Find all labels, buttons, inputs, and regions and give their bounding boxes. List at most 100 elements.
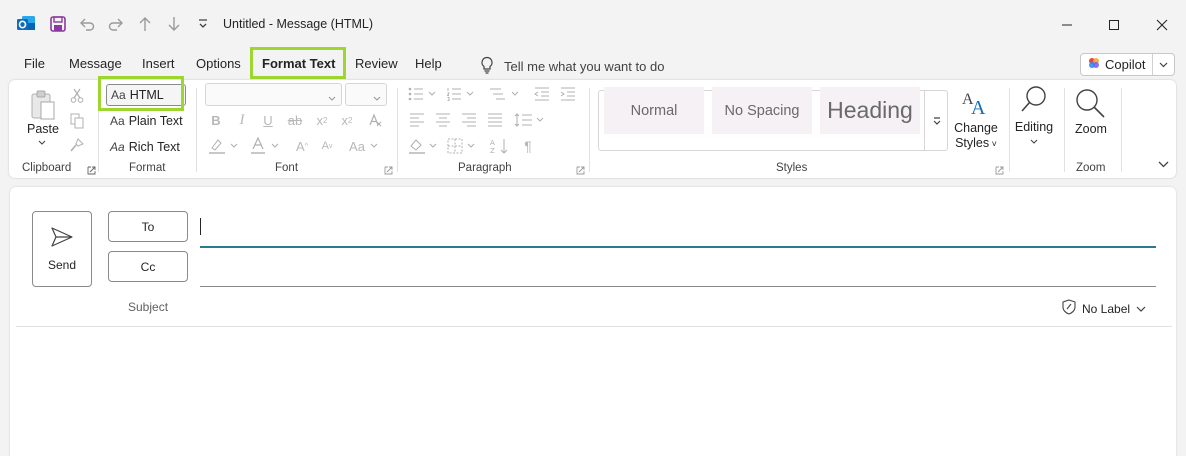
sort-icon[interactable]: AZ (489, 137, 511, 155)
group-separator (397, 88, 398, 172)
rich-text-format-button[interactable]: Aa Rich Text (106, 136, 186, 158)
show-formatting-marks-icon[interactable]: ¶ (521, 137, 535, 155)
justify-icon[interactable] (486, 112, 504, 128)
paste-icon[interactable] (27, 88, 59, 122)
maximize-icon[interactable] (1103, 14, 1125, 36)
sensitivity-label: No Label (1082, 301, 1131, 316)
highlight-format-text-tab (250, 47, 346, 79)
save-icon[interactable] (47, 13, 69, 35)
close-icon[interactable] (1151, 14, 1173, 36)
clear-formatting-icon[interactable] (366, 111, 384, 129)
zoom-button[interactable]: Zoom (1067, 122, 1115, 137)
tab-review[interactable]: Review (355, 56, 398, 71)
editing-button[interactable]: Editing (1011, 120, 1057, 135)
italic-icon[interactable]: I (235, 111, 249, 129)
tell-me-search[interactable]: Tell me what you want to do (480, 56, 664, 77)
decrease-indent-icon[interactable] (533, 86, 551, 102)
change-styles-line1: Change (954, 121, 998, 135)
chevron-down-icon[interactable] (1153, 62, 1174, 68)
chevron-down-icon (373, 91, 381, 105)
bold-icon[interactable]: B (209, 111, 223, 129)
ribbon-tabs: File Message Insert Options Format Text … (0, 50, 1186, 78)
font-name-dropdown[interactable] (205, 83, 342, 106)
cc-button[interactable]: Cc (108, 251, 188, 282)
multilevel-list-icon[interactable] (488, 86, 520, 102)
send-button[interactable]: Send (32, 211, 92, 287)
redo-icon[interactable] (105, 13, 127, 35)
dialog-launcher-icon[interactable] (87, 164, 96, 175)
format-painter-icon[interactable] (69, 136, 85, 154)
font-size-dropdown[interactable] (345, 83, 387, 106)
paste-button[interactable]: Paste (21, 122, 65, 137)
subject-field[interactable]: Subject (128, 300, 168, 314)
style-heading[interactable]: Heading (820, 87, 920, 134)
dialog-launcher-icon[interactable] (995, 164, 1004, 175)
tab-options[interactable]: Options (196, 56, 241, 71)
cc-field[interactable] (200, 286, 1156, 287)
bullets-icon[interactable] (407, 86, 437, 102)
change-case-icon[interactable]: Aa (346, 137, 368, 155)
underline-icon[interactable]: U (261, 111, 275, 129)
increase-indent-icon[interactable] (559, 86, 577, 102)
cut-icon[interactable] (69, 86, 85, 104)
shrink-font-icon[interactable]: Av (318, 137, 336, 155)
chevron-down-icon[interactable] (229, 141, 239, 151)
align-left-icon[interactable] (408, 112, 426, 128)
customize-toolbar-icon[interactable] (192, 13, 214, 35)
zoom-icon[interactable] (1073, 86, 1107, 120)
chevron-down-icon[interactable] (428, 141, 438, 151)
arrow-down-icon[interactable] (163, 13, 185, 35)
chevron-down-icon[interactable] (270, 141, 280, 151)
compose-pane: Send To Cc Subject No Label (10, 187, 1176, 456)
chevron-down-icon[interactable] (1029, 137, 1039, 147)
tab-message[interactable]: Message (69, 56, 122, 71)
chevron-down-icon[interactable] (369, 141, 379, 151)
send-icon (51, 226, 73, 250)
dialog-launcher-icon[interactable] (384, 164, 393, 175)
subscript-icon[interactable]: x2 (314, 111, 330, 129)
svg-text:A: A (971, 97, 986, 119)
style-no-spacing[interactable]: No Spacing (712, 87, 812, 134)
tab-help[interactable]: Help (415, 56, 442, 71)
zoom-group-label: Zoom (1076, 162, 1106, 174)
style-normal[interactable]: Normal (604, 87, 704, 134)
to-button[interactable]: To (108, 211, 188, 242)
dialog-launcher-icon[interactable] (576, 164, 585, 175)
numbering-icon[interactable] (445, 86, 475, 102)
chevron-down-icon (1136, 302, 1146, 316)
undo-icon[interactable] (76, 13, 98, 35)
svg-text:Z: Z (490, 147, 495, 155)
to-field[interactable] (200, 246, 1156, 248)
sensitivity-label-button[interactable]: No Label (1062, 299, 1146, 318)
group-separator (1121, 88, 1122, 172)
highlight-color-icon[interactable] (207, 137, 227, 155)
chevron-down-icon[interactable] (36, 138, 48, 148)
copy-icon[interactable] (69, 112, 85, 130)
line-spacing-icon[interactable] (513, 112, 545, 128)
styles-more-button[interactable] (924, 90, 948, 151)
minimize-icon[interactable] (1056, 14, 1078, 36)
shield-icon (1062, 299, 1076, 318)
chevron-down-icon[interactable] (466, 141, 476, 151)
arrow-up-icon[interactable] (134, 13, 156, 35)
font-color-icon[interactable] (249, 136, 267, 156)
tab-file[interactable]: File (24, 56, 45, 71)
plain-text-format-button[interactable]: Aa Plain Text (106, 110, 186, 132)
grow-font-icon[interactable]: A ^ (293, 137, 311, 155)
tell-me-text: Tell me what you want to do (504, 59, 665, 74)
align-right-icon[interactable] (460, 112, 478, 128)
shading-icon[interactable] (407, 137, 427, 155)
outlook-icon[interactable] (15, 13, 37, 35)
collapse-ribbon-icon[interactable] (1157, 159, 1169, 169)
search-icon[interactable] (1018, 84, 1050, 116)
superscript-icon[interactable]: x2 (339, 111, 355, 129)
change-styles-button[interactable]: Change Styles ˅ (951, 121, 1001, 152)
aa-glyph: Aa (110, 114, 125, 128)
group-separator (196, 88, 197, 172)
copilot-button[interactable]: Copilot (1080, 53, 1175, 76)
tab-insert[interactable]: Insert (142, 56, 175, 71)
borders-icon[interactable] (446, 137, 464, 155)
strikethrough-icon[interactable]: ab (286, 111, 304, 129)
align-center-icon[interactable] (434, 112, 452, 128)
clipboard-group-label: Clipboard (22, 162, 72, 174)
